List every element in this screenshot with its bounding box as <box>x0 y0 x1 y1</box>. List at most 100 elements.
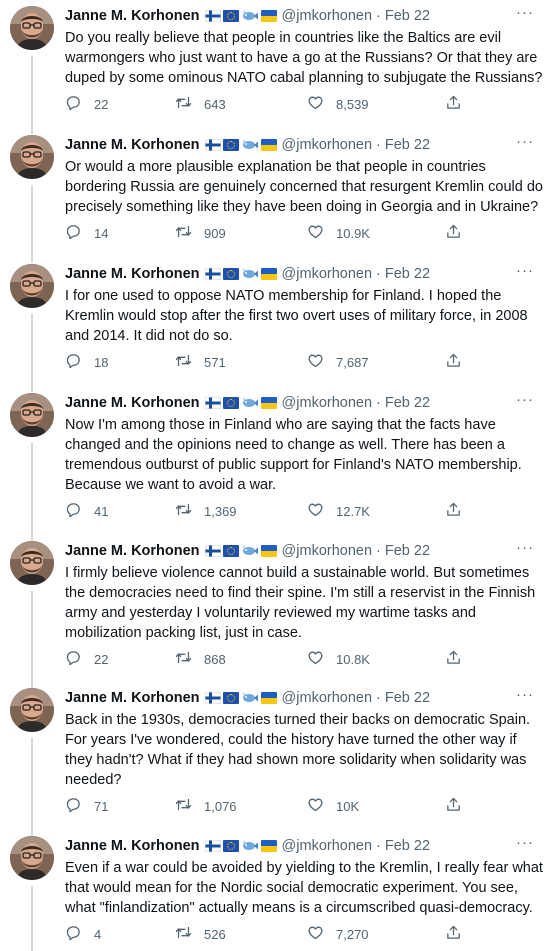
tweet[interactable]: Janne M. Korhonen @jmkorhonen · Feb 22 ·… <box>0 134 550 263</box>
tweet-header: Janne M. Korhonen @jmkorhonen · Feb 22 <box>65 6 536 26</box>
more-options-icon[interactable]: ··· <box>516 392 534 407</box>
finland-flag-icon <box>204 692 221 704</box>
author-handle[interactable]: @jmkorhonen <box>282 688 372 708</box>
ukraine-flag-icon <box>260 692 277 704</box>
like-button[interactable]: 12.7K <box>307 501 370 521</box>
retweet-button[interactable]: 909 <box>175 223 226 243</box>
more-options-icon[interactable]: ··· <box>516 687 534 702</box>
share-button[interactable] <box>445 924 474 944</box>
separator-dot: · <box>376 838 381 854</box>
author-name[interactable]: Janne M. Korhonen <box>65 541 200 561</box>
eu-flag-icon <box>222 397 239 409</box>
avatar[interactable] <box>10 541 54 585</box>
avatar[interactable] <box>10 135 54 179</box>
author-handle[interactable]: @jmkorhonen <box>282 135 372 155</box>
reply-button[interactable]: 4 <box>65 924 101 944</box>
share-button[interactable] <box>445 796 474 816</box>
fish-icon <box>241 691 259 705</box>
reply-button[interactable]: 22 <box>65 649 108 669</box>
tweet-date[interactable]: Feb 22 <box>385 264 430 284</box>
retweet-button[interactable]: 1,076 <box>175 796 237 816</box>
like-button[interactable]: 8,539 <box>307 94 369 114</box>
retweet-button[interactable]: 1,369 <box>175 501 237 521</box>
retweet-button[interactable]: 643 <box>175 94 226 114</box>
like-button[interactable]: 10.8K <box>307 649 370 669</box>
share-button[interactable] <box>445 649 474 669</box>
more-options-icon[interactable]: ··· <box>516 5 534 20</box>
retweet-button[interactable]: 526 <box>175 924 226 944</box>
like-button[interactable]: 10.9K <box>307 223 370 243</box>
reply-button[interactable]: 41 <box>65 501 108 521</box>
tweet[interactable]: Janne M. Korhonen @jmkorhonen · Feb 22 ·… <box>0 392 550 541</box>
reply-icon <box>65 352 94 372</box>
avatar[interactable] <box>10 264 54 308</box>
more-options-icon[interactable]: ··· <box>516 263 534 278</box>
like-count: 10.8K <box>336 651 370 667</box>
author-name[interactable]: Janne M. Korhonen <box>65 135 200 155</box>
tweet-date[interactable]: Feb 22 <box>385 836 430 856</box>
share-icon <box>445 649 474 669</box>
tweet-date[interactable]: Feb 22 <box>385 135 430 155</box>
reply-button[interactable]: 18 <box>65 352 108 372</box>
share-button[interactable] <box>445 501 474 521</box>
tweet-thread: Janne M. Korhonen @jmkorhonen · Feb 22 ·… <box>0 0 550 951</box>
avatar[interactable] <box>10 393 54 437</box>
author-name[interactable]: Janne M. Korhonen <box>65 264 200 284</box>
tweet[interactable]: Janne M. Korhonen @jmkorhonen · Feb 22 ·… <box>0 687 550 836</box>
tweet[interactable]: Janne M. Korhonen @jmkorhonen · Feb 22 ·… <box>0 263 550 392</box>
ukraine-flag-icon <box>260 840 277 852</box>
author-name[interactable]: Janne M. Korhonen <box>65 393 200 413</box>
like-button[interactable]: 10K <box>307 796 359 816</box>
retweet-icon <box>175 223 204 243</box>
thread-line <box>31 314 33 392</box>
tweet-header: Janne M. Korhonen @jmkorhonen · Feb 22 <box>65 135 536 155</box>
separator-dot: · <box>376 543 381 559</box>
more-options-icon[interactable]: ··· <box>516 540 534 555</box>
reply-button[interactable]: 14 <box>65 223 108 243</box>
retweet-icon <box>175 924 204 944</box>
retweet-button[interactable]: 868 <box>175 649 226 669</box>
reply-button[interactable]: 22 <box>65 94 108 114</box>
avatar[interactable] <box>10 688 54 732</box>
tweet[interactable]: Janne M. Korhonen @jmkorhonen · Feb 22 ·… <box>0 835 550 951</box>
more-options-icon[interactable]: ··· <box>516 835 534 850</box>
avatar[interactable] <box>10 836 54 880</box>
finland-flag-icon <box>204 397 221 409</box>
thread-line <box>31 738 33 836</box>
retweet-button[interactable]: 571 <box>175 352 226 372</box>
tweet-date[interactable]: Feb 22 <box>385 393 430 413</box>
author-handle[interactable]: @jmkorhonen <box>282 541 372 561</box>
like-button[interactable]: 7,270 <box>307 924 369 944</box>
name-emojis <box>204 691 277 705</box>
separator-dot: · <box>376 395 381 411</box>
reply-count: 22 <box>94 96 109 112</box>
more-options-icon[interactable]: ··· <box>516 134 534 149</box>
retweet-icon <box>175 94 204 114</box>
tweet-date[interactable]: Feb 22 <box>385 688 430 708</box>
author-handle[interactable]: @jmkorhonen <box>282 836 372 856</box>
thread-line <box>31 185 33 263</box>
author-name[interactable]: Janne M. Korhonen <box>65 688 200 708</box>
reply-button[interactable]: 71 <box>65 796 108 816</box>
avatar[interactable] <box>10 6 54 50</box>
like-icon <box>307 352 336 372</box>
reply-icon <box>65 649 94 669</box>
tweet[interactable]: Janne M. Korhonen @jmkorhonen · Feb 22 ·… <box>0 5 550 134</box>
separator-dot: · <box>376 690 381 706</box>
author-name[interactable]: Janne M. Korhonen <box>65 836 200 856</box>
author-handle[interactable]: @jmkorhonen <box>282 6 372 26</box>
author-name[interactable]: Janne M. Korhonen <box>65 6 200 26</box>
retweet-icon <box>175 501 204 521</box>
thread-line <box>31 886 33 951</box>
retweet-icon <box>175 352 204 372</box>
share-button[interactable] <box>445 223 474 243</box>
tweet-date[interactable]: Feb 22 <box>385 6 430 26</box>
share-button[interactable] <box>445 352 474 372</box>
author-handle[interactable]: @jmkorhonen <box>282 393 372 413</box>
finland-flag-icon <box>204 840 221 852</box>
tweet[interactable]: Janne M. Korhonen @jmkorhonen · Feb 22 ·… <box>0 540 550 689</box>
tweet-date[interactable]: Feb 22 <box>385 541 430 561</box>
share-button[interactable] <box>445 94 474 114</box>
author-handle[interactable]: @jmkorhonen <box>282 264 372 284</box>
like-button[interactable]: 7,687 <box>307 352 369 372</box>
